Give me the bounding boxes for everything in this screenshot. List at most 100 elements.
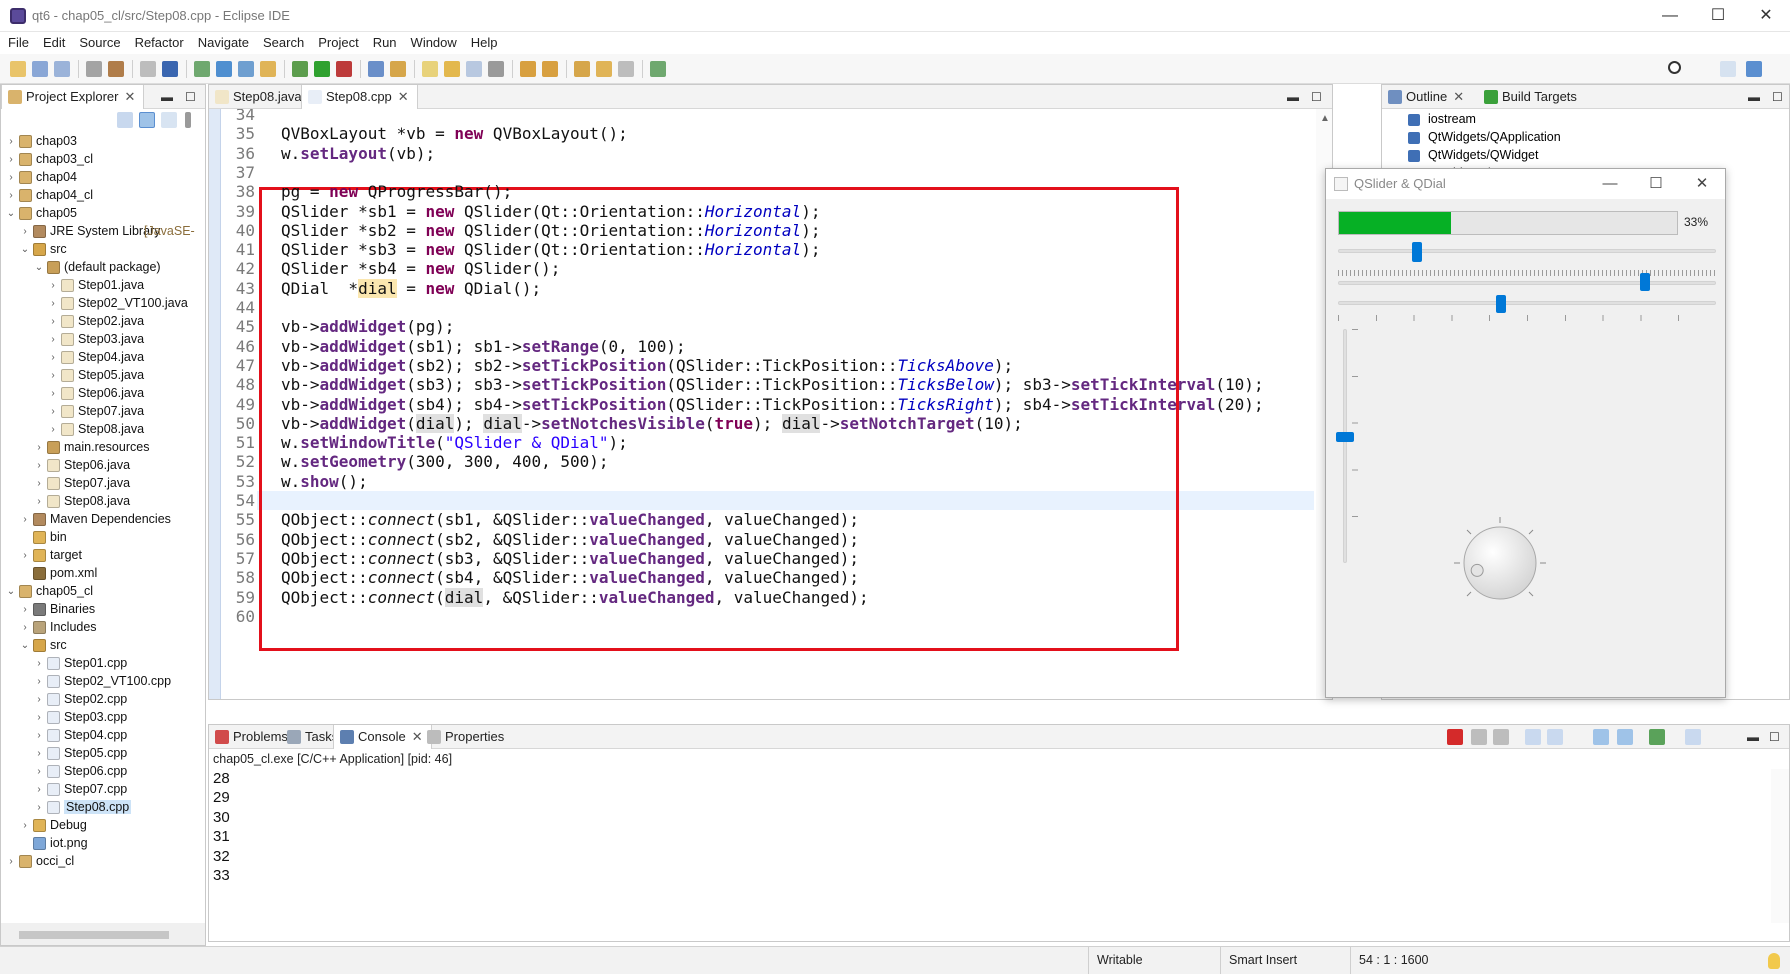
show-whitespace-icon[interactable]: [488, 61, 504, 77]
tree-item[interactable]: ⌄ chap05: [1, 205, 205, 223]
maximize-view-icon[interactable]: ☐: [1772, 90, 1783, 104]
tree-item[interactable]: › Step08.java: [1, 493, 205, 511]
qt-close-button[interactable]: ✕: [1682, 172, 1722, 196]
close-icon[interactable]: ✕: [124, 89, 135, 104]
pin-editor-icon[interactable]: [650, 61, 666, 77]
close-icon[interactable]: ✕: [1453, 89, 1464, 104]
console-output[interactable]: 28 29 30 31 32 33: [209, 769, 1769, 923]
new-folder-icon[interactable]: [260, 61, 276, 77]
tab-outline[interactable]: Outline ✕: [1382, 85, 1472, 109]
chevron-right-icon[interactable]: ›: [5, 151, 17, 169]
code-area[interactable]: 34 35 QVBoxLayout *vb = new QVBoxLayout();…: [209, 109, 1332, 699]
tree-item[interactable]: › chap04_cl: [1, 187, 205, 205]
chevron-right-icon[interactable]: ›: [33, 727, 45, 745]
remove-all-icon[interactable]: [1493, 729, 1509, 745]
tree-item[interactable]: › Includes: [1, 619, 205, 637]
close-button[interactable]: ✕: [1746, 4, 1786, 28]
slider1-handle[interactable]: [1411, 242, 1422, 262]
new-class-icon[interactable]: [216, 61, 232, 77]
highlight-toggle-icon[interactable]: [422, 61, 438, 77]
build-icon[interactable]: [86, 61, 102, 77]
tree-item[interactable]: › chap03_cl: [1, 151, 205, 169]
chevron-right-icon[interactable]: ›: [19, 511, 31, 529]
chevron-right-icon[interactable]: ›: [33, 763, 45, 781]
new-cpp-project-icon[interactable]: [194, 61, 210, 77]
tree-item[interactable]: › Step01.java: [1, 277, 205, 295]
slider3-groove[interactable]: [1338, 301, 1716, 305]
tree-item[interactable]: ⌄ src: [1, 637, 205, 655]
tree-item[interactable]: › Step07.java: [1, 403, 205, 421]
console-icon[interactable]: [162, 61, 178, 77]
chevron-down-icon[interactable]: ⌄: [5, 205, 17, 223]
chevron-right-icon[interactable]: ›: [5, 169, 17, 187]
chevron-right-icon[interactable]: ›: [47, 295, 59, 313]
menu-edit[interactable]: Edit: [35, 32, 71, 50]
debug-icon[interactable]: [292, 61, 308, 77]
tree-item[interactable]: › Step01.cpp: [1, 655, 205, 673]
chevron-down-icon[interactable]: ⌄: [33, 259, 45, 277]
tree-item[interactable]: › Step04.java: [1, 349, 205, 367]
tree-item[interactable]: › Step07.java: [1, 475, 205, 493]
tree-item[interactable]: › Step05.java: [1, 367, 205, 385]
tab-build-targets[interactable]: Build Targets: [1478, 85, 1585, 109]
slider3-handle[interactable]: [1496, 295, 1507, 313]
slider2-groove[interactable]: [1338, 281, 1716, 285]
clear-console-icon[interactable]: [1525, 729, 1541, 745]
scroll-up-icon[interactable]: ▲: [1320, 113, 1330, 124]
new-icon[interactable]: [10, 61, 26, 77]
cpp-perspective-icon[interactable]: [1746, 61, 1762, 77]
chevron-right-icon[interactable]: ›: [19, 223, 31, 241]
tree-item[interactable]: › Debug: [1, 817, 205, 835]
tree-item[interactable]: › Step06.java: [1, 385, 205, 403]
chevron-right-icon[interactable]: ›: [33, 457, 45, 475]
console-vscrollbar[interactable]: [1771, 769, 1789, 923]
tree-item[interactable]: › Maven Dependencies: [1, 511, 205, 529]
tree-item[interactable]: › Step03.java: [1, 331, 205, 349]
tree-item[interactable]: › Step02_VT100.cpp: [1, 673, 205, 691]
tree-item[interactable]: ⌄ chap05_cl: [1, 583, 205, 601]
pin-console-icon[interactable]: [1593, 729, 1609, 745]
chevron-right-icon[interactable]: ›: [33, 493, 45, 511]
tree-item[interactable]: › Step02.cpp: [1, 691, 205, 709]
chevron-down-icon[interactable]: ⌄: [5, 583, 17, 601]
tree-item[interactable]: iot.png: [1, 835, 205, 853]
tab-console[interactable]: Console ✕: [333, 725, 432, 749]
tree-item[interactable]: › JRE System Library [JavaSE-: [1, 223, 205, 241]
minimize-view-icon[interactable]: ▬: [1287, 90, 1299, 104]
maximize-view-icon[interactable]: ☐: [185, 90, 196, 104]
chevron-right-icon[interactable]: ›: [19, 601, 31, 619]
tree-item[interactable]: bin: [1, 529, 205, 547]
menu-refactor[interactable]: Refactor: [127, 32, 190, 50]
menu-source[interactable]: Source: [71, 32, 126, 50]
menu-navigate[interactable]: Navigate: [190, 32, 255, 50]
back-icon[interactable]: [596, 61, 612, 77]
close-icon[interactable]: ✕: [398, 89, 409, 104]
chevron-right-icon[interactable]: ›: [33, 475, 45, 493]
tree-item[interactable]: ⌄ (default package): [1, 259, 205, 277]
tree-item[interactable]: › Step02_VT100.java: [1, 295, 205, 313]
tree-item[interactable]: › Step08.java: [1, 421, 205, 439]
terminate-icon[interactable]: [1447, 729, 1463, 745]
chevron-right-icon[interactable]: ›: [19, 619, 31, 637]
chevron-right-icon[interactable]: ›: [47, 331, 59, 349]
search-tool-icon[interactable]: [368, 61, 384, 77]
tab-project-explorer[interactable]: Project Explorer ✕: [1, 85, 145, 109]
chevron-right-icon[interactable]: ›: [5, 853, 17, 871]
slider2-handle[interactable]: [1639, 273, 1650, 291]
minimize-view-icon[interactable]: ▬: [1748, 90, 1760, 104]
tree-item[interactable]: › Step03.cpp: [1, 709, 205, 727]
menu-file[interactable]: File: [0, 32, 35, 50]
link-with-editor-icon[interactable]: [139, 112, 155, 128]
chevron-right-icon[interactable]: ›: [33, 799, 45, 817]
minimize-view-icon[interactable]: ▬: [1747, 730, 1759, 744]
tree-item[interactable]: › Step04.cpp: [1, 727, 205, 745]
chevron-right-icon[interactable]: ›: [5, 187, 17, 205]
tree-item[interactable]: › target: [1, 547, 205, 565]
chevron-right-icon[interactable]: ›: [33, 781, 45, 799]
chevron-right-icon[interactable]: ›: [47, 367, 59, 385]
remove-launch-icon[interactable]: [1471, 729, 1487, 745]
chevron-right-icon[interactable]: ›: [19, 817, 31, 835]
display-selected-console-icon[interactable]: [1685, 729, 1701, 745]
chevron-right-icon[interactable]: ›: [47, 385, 59, 403]
chevron-right-icon[interactable]: ›: [33, 439, 45, 457]
